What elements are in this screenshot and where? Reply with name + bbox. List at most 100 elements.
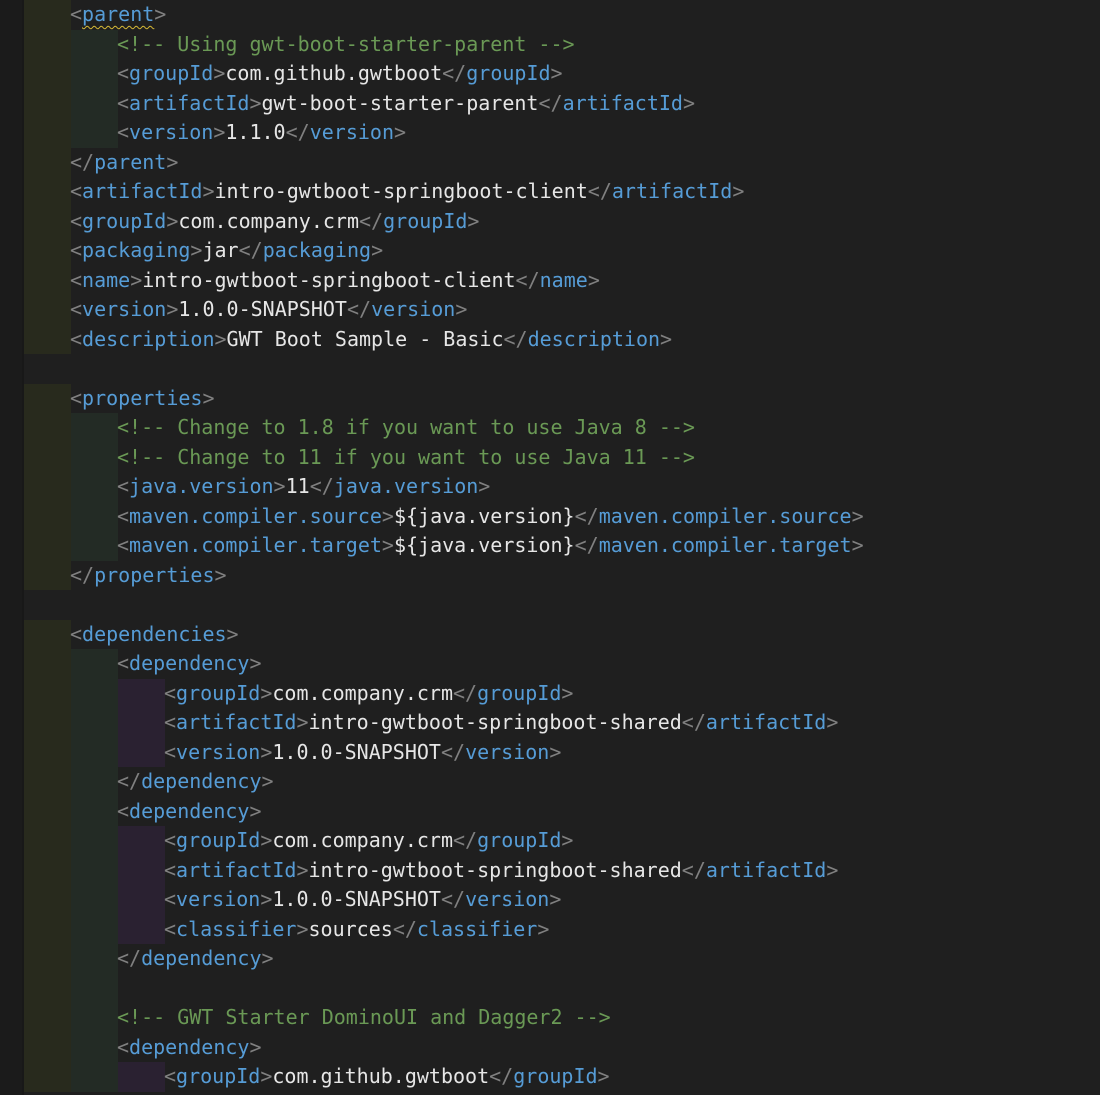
code-line[interactable]: <version>1.1.0</version>: [0, 118, 1100, 148]
code-line[interactable]: </properties>: [0, 560, 1100, 590]
close-tag-name: maven.compiler.target: [598, 533, 852, 557]
code-line[interactable]: <artifactId>gwt-boot-starter-parent</art…: [0, 88, 1100, 118]
tag-bracket: </: [515, 267, 540, 292]
code-line[interactable]: [0, 590, 1100, 620]
tag-bracket: >: [249, 798, 262, 823]
code-line[interactable]: <!-- Change to 11 if you want to use Jav…: [0, 442, 1100, 472]
xml-comment: <!-- Using gwt-boot-starter-parent -->: [117, 31, 575, 56]
open-tag-name: java.version: [129, 474, 274, 498]
element-value: 1.1.0: [225, 120, 286, 144]
code-line[interactable]: [0, 354, 1100, 384]
tag-bracket: >: [249, 651, 262, 675]
tag-bracket: <: [164, 680, 177, 705]
code-line[interactable]: <!-- Change to 1.8 if you want to use Ja…: [0, 413, 1100, 443]
code-line[interactable]: [0, 973, 1100, 1003]
code-line[interactable]: <version>1.0.0-SNAPSHOT</version>: [0, 885, 1100, 915]
code-line[interactable]: <dependencies>: [0, 619, 1100, 649]
indent-guide: [71, 1003, 118, 1033]
element-value: com.github.gwtboot: [225, 61, 443, 85]
indent-guide: [24, 914, 71, 944]
code-content: <artifactId>intro-gwtboot-springboot-sha…: [164, 708, 838, 738]
close-tag-name: java.version: [333, 474, 479, 498]
tag-bracket: </: [285, 120, 310, 144]
open-tag-name: groupId: [176, 828, 261, 852]
code-line[interactable]: <classifier>sources</classifier>: [0, 914, 1100, 945]
code-line[interactable]: <properties>: [0, 383, 1100, 413]
tag-bracket: >: [166, 297, 179, 321]
code-line[interactable]: <java.version>11</java.version>: [0, 472, 1100, 502]
code-content: <classifier>sources</classifier>: [164, 915, 549, 945]
code-line[interactable]: <maven.compiler.source>${java.version}</…: [0, 501, 1100, 531]
code-line[interactable]: <maven.compiler.target>${java.version}</…: [0, 531, 1100, 561]
open-tag-name: version: [176, 739, 261, 764]
xml-comment: <!-- Change to 1.8 if you want to use Ja…: [117, 415, 695, 439]
open-tag-name: dependency: [129, 651, 250, 675]
indent-guide: [24, 737, 71, 767]
indent-guide: [24, 855, 71, 885]
open-tag-name: dependencies: [82, 621, 227, 646]
code-line[interactable]: <groupId>com.github.gwtboot</groupId>: [0, 59, 1100, 89]
close-tag-name: version: [465, 739, 550, 764]
code-line[interactable]: <dependency>: [0, 649, 1100, 679]
close-tag-name: groupId: [477, 680, 562, 705]
code-line[interactable]: <version>1.0.0-SNAPSHOT</version>: [0, 295, 1100, 325]
code-line[interactable]: <version>1.0.0-SNAPSHOT</version>: [0, 737, 1100, 768]
open-tag-name: artifactId: [129, 90, 250, 115]
code-line[interactable]: </dependency>: [0, 767, 1100, 797]
tag-bracket: >: [682, 90, 696, 115]
code-line[interactable]: <groupId>com.company.crm</groupId>: [0, 678, 1100, 708]
code-line[interactable]: <!-- Using gwt-boot-starter-parent -->: [0, 29, 1100, 60]
element-value: gwt-boot-starter-parent: [261, 90, 539, 115]
tag-bracket: </: [574, 533, 599, 557]
open-tag-name: groupId: [176, 1064, 261, 1088]
code-editor[interactable]: <parent> <!-- Using gwt-boot-starter-pare…: [0, 0, 1100, 1095]
code-line[interactable]: <description>GWT Boot Sample - Basic</de…: [0, 324, 1100, 354]
tag-bracket: >: [154, 2, 167, 26]
tag-bracket: >: [202, 179, 215, 203]
indent-guide: [24, 472, 71, 502]
code-line[interactable]: <name>intro-gwtboot-springboot-client</n…: [0, 265, 1100, 295]
close-tag-name: artifactId: [611, 179, 733, 203]
tag-bracket: >: [213, 61, 226, 85]
code-content: <!-- Using gwt-boot-starter-parent -->: [117, 30, 575, 60]
tag-bracket: >: [597, 1064, 610, 1088]
tag-bracket: <: [164, 710, 177, 734]
code-content: <version>1.0.0-SNAPSHOT</version>: [164, 738, 561, 768]
indent-guide: [71, 59, 118, 89]
tag-bracket: <: [70, 238, 83, 262]
code-line[interactable]: </parent>: [0, 147, 1100, 177]
tag-bracket: >: [261, 769, 274, 793]
indent-guide: [71, 855, 118, 885]
code-line[interactable]: <groupId>com.company.crm</groupId>: [0, 826, 1100, 856]
indent-guide: [24, 885, 71, 915]
code-line[interactable]: <dependency>: [0, 796, 1100, 827]
indent-guide: [71, 1032, 118, 1062]
indent-guide: [71, 88, 118, 118]
tag-bracket: </: [392, 916, 417, 941]
code-line[interactable]: </dependency>: [0, 944, 1100, 974]
code-line[interactable]: <packaging>jar</packaging>: [0, 236, 1100, 266]
code-content: <dependency>: [117, 797, 262, 827]
tag-bracket: >: [371, 238, 384, 262]
close-tag-name: groupId: [513, 1064, 598, 1088]
code-line[interactable]: <groupId>com.github.gwtboot</groupId>: [0, 1062, 1100, 1092]
indent-guide: [24, 0, 71, 30]
tag-bracket: >: [166, 149, 179, 174]
code-line[interactable]: <artifactId>intro-gwtboot-springboot-sha…: [0, 708, 1100, 738]
tag-bracket: <: [70, 179, 83, 203]
element-value: com.company.crm: [178, 208, 360, 233]
element-value: intro-gwtboot-springboot-client: [142, 267, 516, 292]
code-line[interactable]: <dependency>: [0, 1032, 1100, 1062]
indent-guide: [71, 885, 118, 915]
code-line[interactable]: <!-- GWT Starter DominoUI and Dagger2 --…: [0, 1003, 1100, 1033]
element-value: jar: [202, 238, 239, 262]
tag-bracket: <: [70, 267, 83, 292]
tag-bracket: <: [70, 297, 83, 321]
tag-bracket: <: [117, 533, 130, 557]
code-line[interactable]: <groupId>com.company.crm</groupId>: [0, 206, 1100, 236]
code-line[interactable]: <artifactId>intro-gwtboot-springboot-cli…: [0, 177, 1100, 207]
close-tag-name: artifactId: [705, 857, 827, 882]
code-line[interactable]: <artifactId>intro-gwtboot-springboot-sha…: [0, 855, 1100, 885]
indent-guide: [24, 59, 71, 89]
code-line[interactable]: <parent>: [0, 0, 1100, 30]
